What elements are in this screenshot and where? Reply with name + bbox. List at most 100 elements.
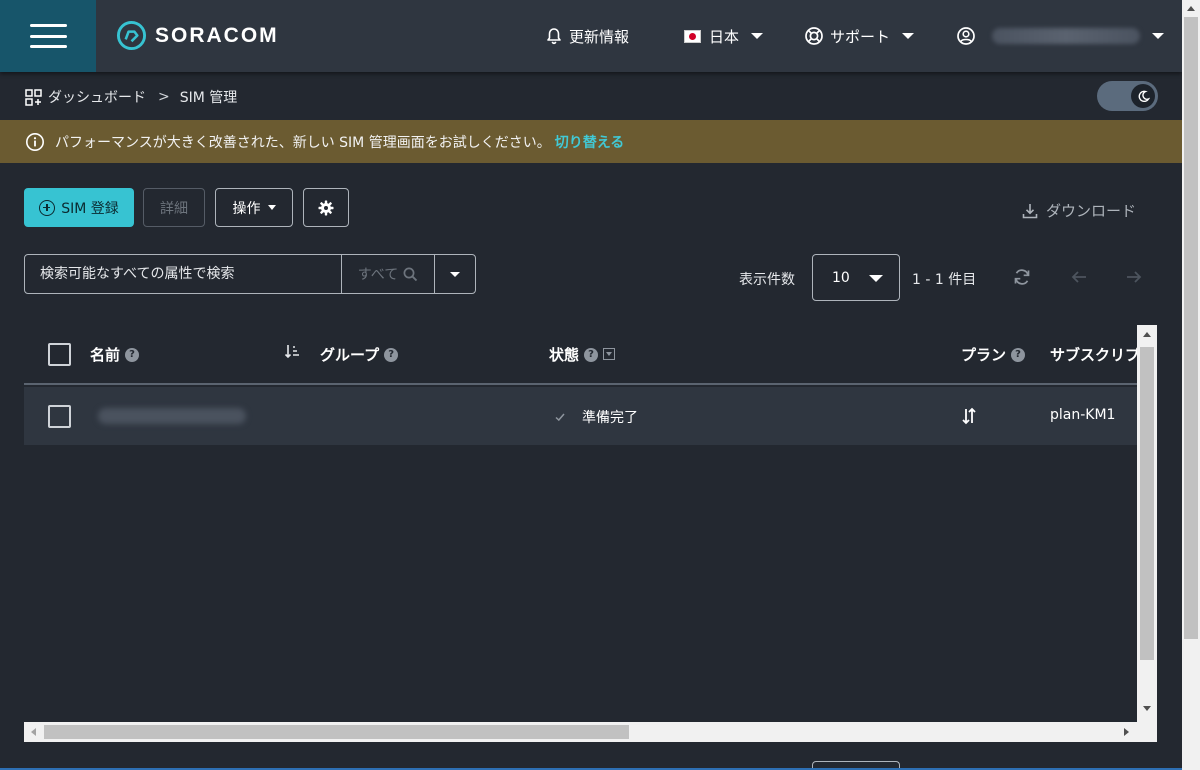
details-label: 詳細 [160,200,188,217]
arrow-right-icon[interactable] [1124,267,1144,287]
register-sim-label: SIM 登録 [61,200,119,217]
column-plan-label: プラン [961,346,1007,364]
dark-mode-toggle[interactable] [1097,81,1158,111]
per-page-select[interactable]: 10 [812,254,900,301]
news-button[interactable]: 更新情報 [545,0,629,72]
details-button[interactable]: 詳細 [143,188,205,227]
column-header-subscription[interactable]: サブスクリプ [1050,344,1140,365]
breadcrumb-bar: ダッシュボード > SIM 管理 [0,72,1182,120]
actions-dropdown-button[interactable]: 操作 [215,188,293,227]
sim-table: 名前 ? グループ ? 状態 ? プラン ? サブスクリプ 準備完了 plan-… [24,325,1157,741]
brand-name: SORACOM [155,23,279,47]
scroll-thumb[interactable] [1184,17,1198,639]
download-label: ダウンロード [1046,202,1137,220]
banner-switch-link[interactable]: 切り替える [555,132,625,152]
gear-icon [318,200,334,215]
register-sim-button[interactable]: SIM 登録 [24,188,134,227]
table-horizontal-scrollbar[interactable] [24,722,1137,742]
table-vertical-scrollbar[interactable] [1137,325,1157,717]
sim-name-redacted [98,408,246,424]
row-checkbox[interactable] [48,405,71,428]
new-ui-banner: パフォーマンスが大きく改善された、新しい SIM 管理画面をお試しください。 切… [0,120,1182,163]
moon-icon [1131,84,1155,108]
page-vertical-scrollbar[interactable] [1182,0,1200,770]
settings-button[interactable] [303,188,349,227]
chevron-down-icon [902,33,915,39]
language-label: 日本 [709,27,740,46]
help-icon[interactable]: ? [1011,347,1026,362]
scroll-down-icon[interactable] [1143,706,1151,711]
table-header: 名前 ? グループ ? 状態 ? プラン ? サブスクリプ [24,325,1140,385]
scroll-thumb[interactable] [44,725,629,739]
column-header-status[interactable]: 状態 ? [549,344,616,365]
column-header-plan[interactable]: プラン ? [961,344,1026,365]
user-circle-icon [957,27,975,45]
banner-message: パフォーマンスが大きく改善された、新しい SIM 管理画面をお試しください。 [55,134,551,151]
info-icon [26,132,44,151]
top-navbar: SORACOM 更新情報 日本 サポート [0,0,1182,72]
search-group: すべて [24,254,476,294]
actions-label: 操作 [232,200,261,217]
breadcrumb: ダッシュボード > SIM 管理 [25,87,237,107]
per-page-label: 表示件数 [739,272,795,288]
pagination-range: 1 - 1 件目 [912,272,977,288]
soracom-logo[interactable]: SORACOM [116,20,279,51]
status-cell: 準備完了 [554,407,638,427]
select-all-checkbox[interactable] [48,343,71,366]
column-header-group[interactable]: グループ ? [320,344,399,365]
help-icon[interactable]: ? [125,347,140,362]
breadcrumb-dashboard-link[interactable]: ダッシュボード [48,87,146,107]
status-value: 準備完了 [582,410,638,426]
scroll-left-icon[interactable] [31,728,36,736]
chevron-down-icon [869,275,883,282]
scroll-right-icon[interactable] [1124,728,1129,736]
japan-flag-icon [684,29,701,43]
column-status-label: 状態 [549,346,580,364]
per-page-value: 10 [832,269,850,286]
hamburger-menu-button[interactable] [0,0,96,72]
account-dropdown[interactable] [956,0,1164,72]
bell-icon [547,28,561,45]
table-row[interactable]: 準備完了 plan-KM1 [24,387,1137,445]
language-dropdown[interactable]: 日本 [684,0,764,72]
column-name-label: 名前 [90,346,121,364]
chevron-down-icon [450,271,460,277]
chevron-down-icon [1152,33,1164,39]
arrow-left-icon[interactable] [1069,267,1089,287]
search-scope-button[interactable]: すべて [342,255,435,293]
column-header-name[interactable]: 名前 ? [90,344,140,365]
search-options-dropdown[interactable] [435,255,475,293]
dashboard-icon [25,88,42,106]
search-icon [403,267,418,281]
refresh-icon[interactable] [1012,267,1032,287]
scroll-thumb[interactable] [1140,347,1154,660]
breadcrumb-separator: > [158,89,170,105]
sort-icon[interactable] [284,343,301,360]
download-button[interactable]: ダウンロード [1021,200,1136,221]
news-label: 更新情報 [569,27,630,46]
support-dropdown[interactable]: サポート [804,0,915,72]
column-group-label: グループ [320,346,380,364]
breadcrumb-current: SIM 管理 [179,90,238,106]
search-input[interactable] [25,255,342,293]
subscription-cell: plan-KM1 [1050,407,1115,423]
plus-circle-icon [39,199,56,216]
search-scope-label: すべて [357,267,399,283]
help-icon[interactable]: ? [584,347,599,362]
hamburger-icon [29,24,67,48]
scrollbar-corner [1137,717,1157,742]
check-icon [555,413,565,422]
column-subscription-label: サブスクリプ [1050,346,1141,364]
scroll-up-icon[interactable] [1187,6,1195,11]
support-label: サポート [830,27,891,46]
download-icon [1022,203,1038,218]
chevron-down-icon [751,33,764,39]
help-icon[interactable]: ? [384,347,399,362]
account-email-redacted [992,28,1140,44]
filter-dropdown-icon[interactable] [603,347,616,360]
change-plan-icon[interactable] [961,407,977,425]
scroll-up-icon[interactable] [1143,332,1151,337]
chevron-down-icon [267,205,276,210]
soracom-logo-icon [116,20,147,51]
subscription-value: plan-KM1 [1050,407,1116,423]
